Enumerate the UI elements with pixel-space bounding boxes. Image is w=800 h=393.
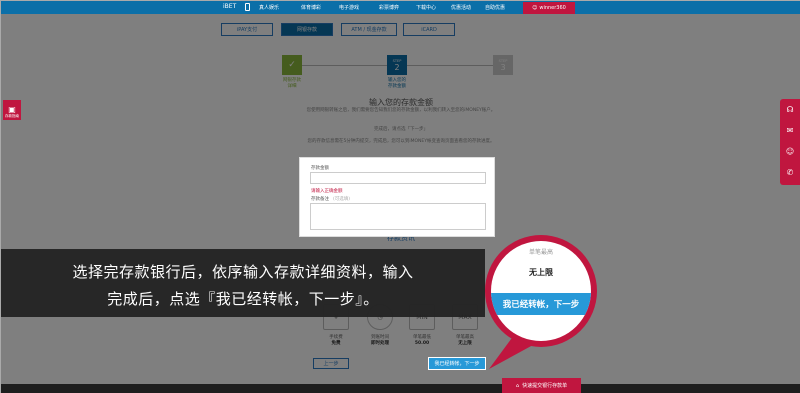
bank-icon: ⌂ <box>515 382 520 389</box>
screen: iBET 真人娱乐 体育博彩 电子游戏 彩票博弈 下载中心 优惠活动 自助优惠 … <box>1 1 800 393</box>
magnifier-callout: 单笔最高 无上限 我已经转帐，下一步 <box>485 235 597 347</box>
magnifier-next-button: 我已经转帐，下一步 <box>491 293 591 315</box>
magnifier-faint-label: 单笔最高 <box>528 249 553 256</box>
magnifier-value: 无上限 <box>529 268 553 277</box>
footer-bar <box>1 384 800 393</box>
magnifier-inner: 单笔最高 无上限 我已经转帐，下一步 <box>491 241 591 341</box>
pointer-arrow <box>489 331 533 369</box>
bank-deposit-button[interactable]: ⌂ 快速提交银行存款单 <box>502 378 581 393</box>
